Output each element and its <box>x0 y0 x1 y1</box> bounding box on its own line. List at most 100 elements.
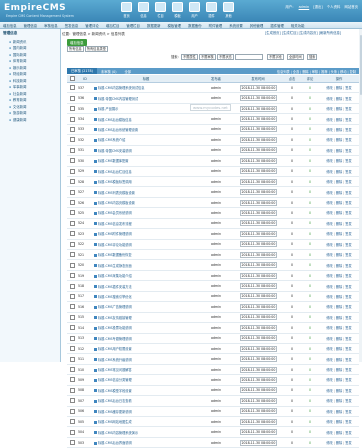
row-action-link[interactable]: 签发 <box>345 358 351 362</box>
row-title-link[interactable]: 标题-CMS常见问题解答 <box>98 368 132 372</box>
row-title-link[interactable]: 标题-CMS系统介绍 <box>98 138 125 142</box>
edit-icon[interactable] <box>94 201 97 205</box>
row-checkbox[interactable] <box>69 241 75 247</box>
row-title-link[interactable]: 标题-CMS缓存更新说明 <box>98 410 132 414</box>
search-button[interactable]: 搜索 <box>307 54 318 60</box>
sidebar-item[interactable]: 健康新闻 <box>0 116 60 123</box>
row-action-link[interactable]: 签发 <box>345 316 351 320</box>
top-nav-item[interactable]: 其他 <box>220 2 237 18</box>
edit-icon[interactable] <box>94 410 97 414</box>
row-action-link[interactable]: 签发 <box>345 285 351 289</box>
row-checkbox[interactable] <box>69 367 75 373</box>
edit-icon[interactable] <box>94 316 97 320</box>
row-action-link[interactable]: 签发 <box>345 97 351 101</box>
row-action-link[interactable]: 签发 <box>345 128 351 132</box>
menu-item[interactable]: 增加信息 <box>0 23 21 28</box>
row-checkbox[interactable] <box>69 116 75 122</box>
row-title-link[interactable]: 标题-CMS模板标签调用 <box>98 180 132 184</box>
edit-icon[interactable] <box>94 97 97 101</box>
row-comments[interactable]: 0 <box>301 166 319 177</box>
menu-item[interactable]: 数据更新 <box>144 23 165 28</box>
menu-item[interactable]: 系统设置 <box>226 23 247 28</box>
row-checkbox[interactable] <box>69 419 75 425</box>
row-checkbox[interactable] <box>69 408 75 414</box>
row-action-link[interactable]: 签发 <box>345 243 351 247</box>
row-title-link[interactable]: 标题-CMS会员系统说明 <box>98 211 132 215</box>
menu-item[interactable]: 附件管理 <box>206 23 227 28</box>
edit-icon[interactable] <box>94 420 97 424</box>
row-title-link[interactable]: 标题-CMS系统升级说明 <box>98 358 132 362</box>
row-action-link[interactable]: 签发 <box>345 138 351 142</box>
edit-icon[interactable] <box>94 107 97 111</box>
edit-icon[interactable] <box>94 378 97 382</box>
top-nav-item[interactable]: 首页 <box>118 2 135 18</box>
row-checkbox[interactable] <box>69 273 75 279</box>
row-checkbox[interactable] <box>69 220 75 226</box>
site-home-link[interactable]: 网站首页 <box>344 5 358 9</box>
row-action-link[interactable]: 签发 <box>345 305 351 309</box>
info-select[interactable]: 所有信息 <box>67 46 84 52</box>
row-comments[interactable]: 0 <box>301 186 319 198</box>
row-title-link[interactable]: 标题-CMS后台模板信息 <box>98 118 132 122</box>
row-title-link[interactable]: 标题-CMS后台系统管理设置 <box>98 128 138 132</box>
edit-icon[interactable] <box>94 86 97 90</box>
row-title-link[interactable]: 标题-CMS附件管理说明 <box>98 232 132 236</box>
user-name-link[interactable]: admin <box>299 5 310 9</box>
row-checkbox[interactable] <box>69 387 75 393</box>
row-action-link[interactable]: 签发 <box>345 232 351 236</box>
time-select[interactable]: 全部时间 <box>287 54 304 60</box>
menu-item[interactable]: 管理评论 <box>82 23 103 28</box>
row-action-link[interactable]: 签发 <box>345 274 351 278</box>
row-comments[interactable]: 0 <box>301 259 319 271</box>
row-title-link[interactable]: 标题-CMS模型字段设置 <box>98 389 132 393</box>
row-title-link[interactable]: 标题-CMS用户权限设置 <box>98 347 132 351</box>
top-nav-item[interactable]: 模板 <box>169 2 186 18</box>
row-comments[interactable]: 0 <box>301 113 319 125</box>
row-action-link[interactable]: 签发 <box>345 118 351 122</box>
row-title-link[interactable]: 标题-CMS生成静态页面 <box>98 264 132 268</box>
top-nav-item[interactable]: 插件 <box>203 2 220 18</box>
row-title-link[interactable]: 标题-CMS广告管理说明 <box>98 305 132 309</box>
row-title-link[interactable]: 标题-CMS信息分类管理 <box>98 378 132 382</box>
row-title-link[interactable]: 标题-帝国CMS安装说明 <box>98 149 132 153</box>
row-checkbox[interactable] <box>69 325 75 331</box>
logout-link[interactable]: [退出] <box>313 5 322 9</box>
edit-icon[interactable] <box>94 368 97 372</box>
row-comments[interactable]: 0 <box>301 426 319 438</box>
row-comments[interactable]: 0 <box>301 92 319 104</box>
row-comments[interactable]: 0 <box>301 145 319 157</box>
row-action-link[interactable]: 签发 <box>345 389 351 393</box>
row-action-link[interactable]: 签发 <box>345 399 351 403</box>
row-action-link[interactable]: 签发 <box>345 159 351 163</box>
row-checkbox[interactable] <box>69 440 75 446</box>
menu-item[interactable]: 其他管理 <box>247 23 268 28</box>
edit-icon[interactable] <box>94 358 97 362</box>
row-comments[interactable]: 0 <box>301 406 319 418</box>
row-title-link[interactable]: 标题-CMS数据备份恢复 <box>98 253 132 257</box>
row-title-link[interactable]: 标题-CMS采集功能介绍 <box>98 274 132 278</box>
search-input[interactable] <box>235 54 263 60</box>
row-checkbox[interactable] <box>69 283 75 289</box>
audit-select[interactable]: 不限审核 <box>199 54 216 60</box>
row-title-link[interactable]: 标题-CMS信息发布流程 <box>98 222 132 226</box>
row-checkbox[interactable] <box>69 126 75 132</box>
top-nav-item[interactable]: 用户 <box>186 2 203 18</box>
row-action-link[interactable]: 签发 <box>345 201 351 205</box>
row-checkbox[interactable] <box>69 304 75 310</box>
edit-icon[interactable] <box>94 159 97 163</box>
row-action-link[interactable]: 签发 <box>345 337 351 341</box>
edit-icon[interactable] <box>94 274 97 278</box>
edit-icon[interactable] <box>94 399 97 403</box>
row-checkbox[interactable] <box>69 95 75 101</box>
row-checkbox[interactable] <box>69 147 75 153</box>
row-action-link[interactable]: 签发 <box>345 347 351 351</box>
row-checkbox[interactable] <box>69 314 75 320</box>
row-title-link[interactable]: 标题-CMS搜索引擎优化 <box>98 295 132 299</box>
generate-links[interactable]: [生成首页] [生成栏目] [生成内容页] [刷新所有信息] <box>265 30 341 35</box>
edit-icon[interactable] <box>94 337 97 341</box>
row-comments[interactable]: 0 <box>301 333 319 344</box>
menu-item[interactable]: 管理栏目 <box>123 23 144 28</box>
edit-icon[interactable] <box>94 389 97 393</box>
row-comments[interactable]: 0 <box>301 249 319 261</box>
add-info-button[interactable]: 增加信息 <box>67 39 87 46</box>
